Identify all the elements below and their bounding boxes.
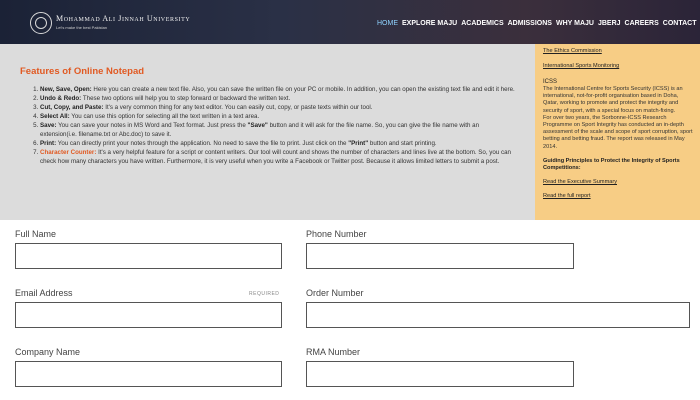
company-name-label: Company Name [15, 347, 81, 357]
feature-desc: These two options will help you to step … [81, 95, 291, 102]
list-item: Print: You can directly print your notes… [40, 139, 515, 148]
feature-desc: It's a very common thing for any text ed… [103, 104, 373, 111]
nav-jberj[interactable]: JBERJ [598, 20, 621, 27]
main-nav: HOME EXPLORE MAJU ACADEMICS ADMISSIONS W… [377, 20, 700, 27]
sidebar: The Ethics Commission International Spor… [535, 44, 700, 220]
feature-desc: Here you can create a new text file. Als… [91, 86, 515, 93]
list-item: New, Save, Open: Here you can create a n… [40, 85, 515, 94]
guiding-principles-heading: Guiding Principles to Protect the Integr… [543, 157, 680, 172]
rma-number-input[interactable] [306, 361, 574, 387]
nav-explore-maju[interactable]: EXPLORE MAJU [402, 20, 457, 27]
list-item: Cut, Copy, and Paste: It's a very common… [40, 103, 515, 112]
university-tagline: Let's make the best Pakistan [56, 25, 108, 30]
sports-monitoring-link[interactable]: International Sports Monitoring [543, 63, 694, 69]
nav-why-maju[interactable]: WHY MAJU [556, 20, 594, 27]
feature-desc: button and start printing. [368, 140, 437, 147]
rma-number-label: RMA Number [306, 347, 361, 357]
list-item: Save: You can save your notes in MS Word… [40, 121, 515, 139]
feature-name: New, Save, Open: [40, 86, 92, 93]
icss-description: The International Centre for Sports Secu… [543, 86, 683, 114]
feature-keyword: "Save" [247, 122, 268, 129]
feature-name: Save: [40, 122, 57, 129]
feature-desc: It's a very helpful feature for a script… [40, 149, 511, 165]
email-label: Email Address [15, 288, 73, 298]
nav-contact[interactable]: CONTACT [663, 20, 697, 27]
university-name[interactable]: Mohammad Ali Jinnah University [56, 14, 190, 23]
university-logo-icon[interactable] [30, 12, 52, 34]
nav-academics[interactable]: ACADEMICS [461, 20, 503, 27]
phone-input[interactable] [306, 243, 574, 269]
list-item: Character Counter: It's a very helpful f… [40, 148, 515, 166]
nav-admissions[interactable]: ADMISSIONS [508, 20, 552, 27]
full-report-link[interactable]: Read the full report [543, 193, 694, 199]
feature-name: Print: [40, 140, 57, 147]
feature-keyword: "Print" [348, 140, 369, 147]
feature-name: Cut, Copy, and Paste: [40, 104, 104, 111]
research-description: For over two years, the Sorbonne-ICSS Re… [543, 114, 693, 150]
full-name-label: Full Name [15, 229, 57, 239]
notepad-features-panel: Features of Online Notepad New, Save, Op… [0, 44, 535, 220]
feature-name: Undo & Redo: [40, 95, 82, 102]
feature-name: Character Counter: [40, 149, 97, 156]
notepad-title: Features of Online Notepad [20, 66, 145, 77]
executive-summary-link[interactable]: Read the Executive Summary [543, 179, 694, 185]
feature-desc: You can save your notes in MS Word and T… [56, 122, 248, 129]
list-item: Select All: You can use this option for … [40, 112, 515, 121]
required-badge: REQUIRED [249, 291, 280, 297]
sidebar-paragraph: The International Centre for Sports Secu… [543, 86, 694, 151]
order-number-input[interactable] [306, 302, 690, 328]
site-header: Mohammad Ali Jinnah University Let's mak… [0, 0, 700, 44]
email-input[interactable] [15, 302, 282, 328]
nav-careers[interactable]: CAREERS [625, 20, 659, 27]
company-name-input[interactable] [15, 361, 282, 387]
phone-label: Phone Number [306, 229, 367, 239]
ethics-commission-link[interactable]: The Ethics Commission [543, 48, 694, 54]
order-number-label: Order Number [306, 288, 364, 298]
feature-name: Select All: [40, 113, 70, 120]
list-item: Undo & Redo: These two options will help… [40, 94, 515, 103]
features-list: New, Save, Open: Here you can create a n… [20, 85, 515, 166]
feature-desc: You can directly print your notes throug… [56, 140, 349, 147]
sidebar-heading: ICSS [543, 79, 558, 85]
nav-home[interactable]: HOME [377, 20, 398, 27]
feature-desc: You can use this option for selecting al… [69, 113, 260, 120]
full-name-input[interactable] [15, 243, 282, 269]
